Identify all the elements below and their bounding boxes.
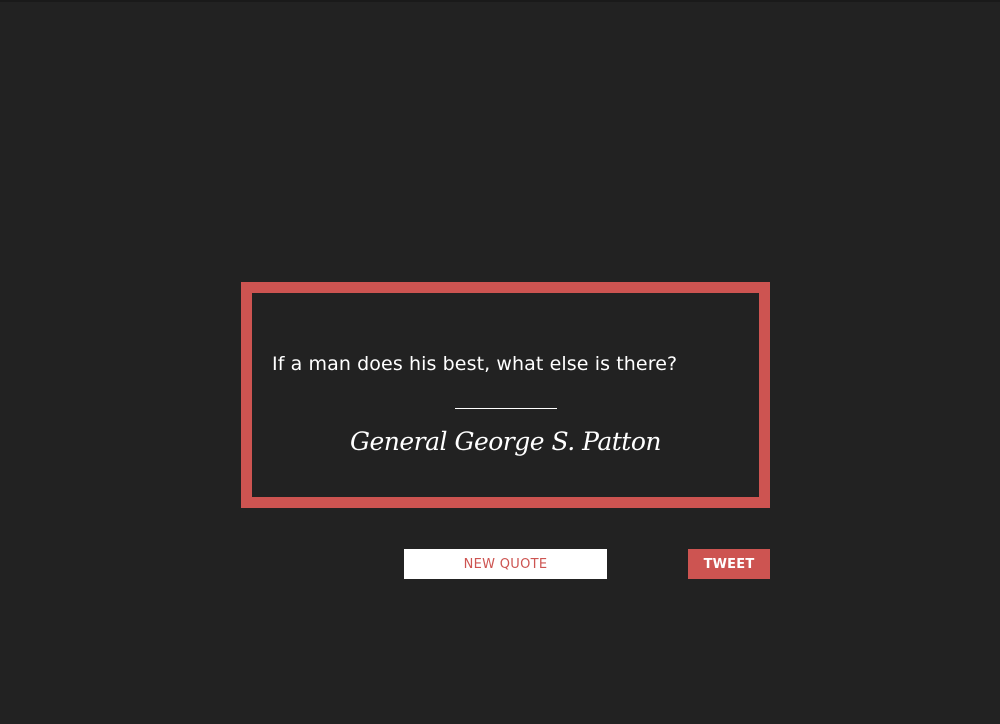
tweet-button[interactable]: TWEET <box>688 549 770 579</box>
quote-box: If a man does his best, what else is the… <box>241 282 770 508</box>
quote-text: If a man does his best, what else is the… <box>272 353 678 375</box>
new-quote-button[interactable]: NEW QUOTE <box>404 549 607 579</box>
top-edge-shadow <box>0 0 1000 2</box>
quote-author: General George S. Patton <box>350 427 661 456</box>
quote-divider <box>455 408 557 409</box>
